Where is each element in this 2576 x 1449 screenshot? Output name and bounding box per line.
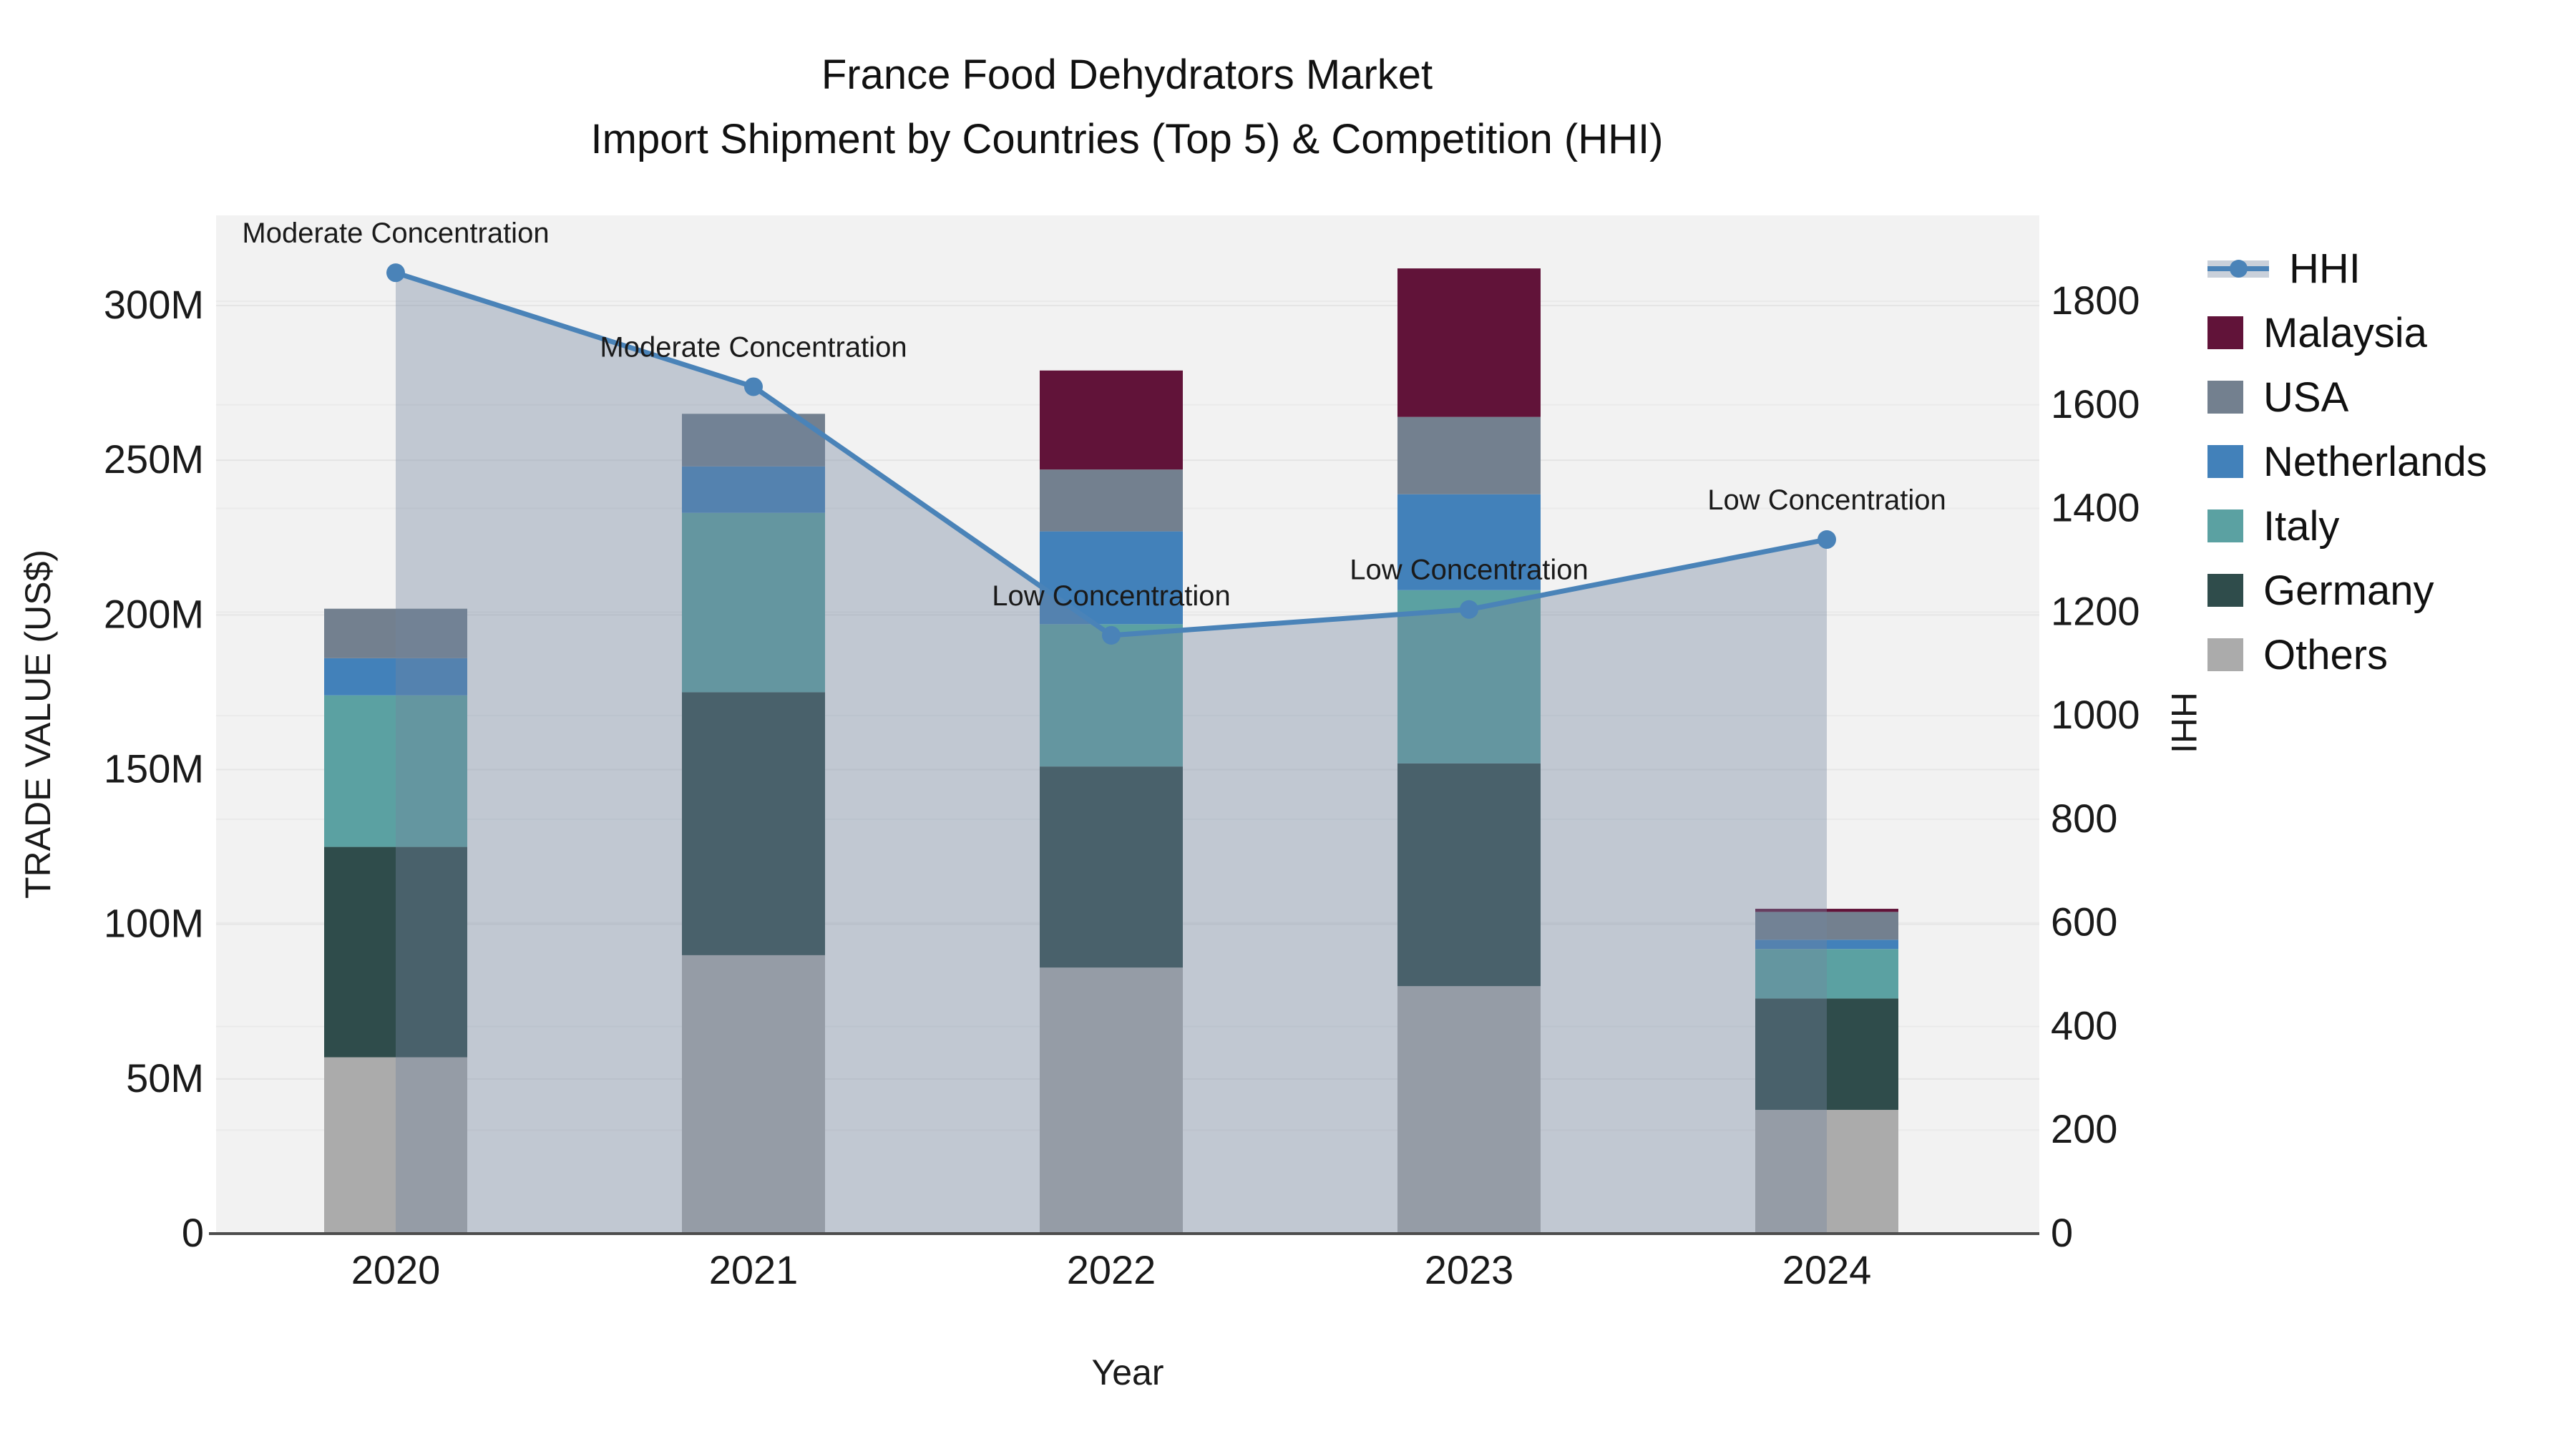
legend: HHI Malaysia USA Netherlands Italy Germa… xyxy=(2207,236,2572,687)
right-tick-label: 800 xyxy=(2051,796,2117,841)
right-tick-label: 1800 xyxy=(2051,278,2140,323)
legend-item-others[interactable]: Others xyxy=(2207,623,2572,687)
legend-item-label: USA xyxy=(2263,374,2349,421)
chart-canvas: Moderate Concentration Moderate Concentra… xyxy=(18,215,2204,1392)
legend-swatch-others xyxy=(2207,638,2243,671)
bar-segment-malaysia xyxy=(1040,370,1183,470)
left-tick-label: 200M xyxy=(104,591,204,636)
legend-item-netherlands[interactable]: Netherlands xyxy=(2207,429,2572,494)
hhi-marker xyxy=(1102,625,1121,645)
legend-item-malaysia[interactable]: Malaysia xyxy=(2207,301,2572,365)
hhi-annotation: Low Concentration xyxy=(1707,484,1946,516)
legend-item-label: Germany xyxy=(2263,567,2434,614)
right-tick-label: 1600 xyxy=(2051,381,2140,426)
figure: France Food Dehydrators Market Import Sh… xyxy=(0,0,2576,1449)
right-axis-title: HHI xyxy=(2164,692,2204,753)
right-tick-label: 200 xyxy=(2051,1106,2117,1151)
left-tick-label: 0 xyxy=(182,1210,204,1255)
legend-item-germany[interactable]: Germany xyxy=(2207,558,2572,623)
bar-segment-usa xyxy=(1040,469,1183,532)
hhi-marker xyxy=(744,377,763,396)
hhi-annotation: Low Concentration xyxy=(992,580,1231,612)
legend-swatch-germany xyxy=(2207,574,2243,607)
legend-item-label: HHI xyxy=(2289,245,2361,292)
left-tick-label: 300M xyxy=(104,282,204,327)
legend-item-italy[interactable]: Italy xyxy=(2207,494,2572,558)
legend-swatch-usa xyxy=(2207,381,2243,414)
x-tick-label: 2020 xyxy=(351,1247,441,1292)
x-tick-label: 2023 xyxy=(1425,1247,1514,1292)
right-tick-label: 1200 xyxy=(2051,588,2140,633)
legend-item-label: Malaysia xyxy=(2263,309,2427,356)
legend-item-label: Others xyxy=(2263,631,2389,678)
legend-swatch-malaysia xyxy=(2207,316,2243,349)
left-axis-title: TRADE VALUE (US$) xyxy=(18,550,58,899)
legend-item-label: Netherlands xyxy=(2263,438,2487,485)
right-tick-label: 0 xyxy=(2051,1210,2073,1255)
right-tick-label: 1400 xyxy=(2051,485,2140,530)
hhi-marker xyxy=(1818,530,1836,549)
hhi-marker xyxy=(386,263,405,283)
x-tick-label: 2022 xyxy=(1067,1247,1156,1292)
hhi-annotation: Moderate Concentration xyxy=(600,331,907,363)
x-tick-label: 2024 xyxy=(1782,1247,1872,1292)
legend-swatch-italy xyxy=(2207,509,2243,542)
right-tick-label: 400 xyxy=(2051,1002,2117,1048)
hhi-annotation: Low Concentration xyxy=(1350,555,1589,586)
hhi-marker xyxy=(1460,600,1478,619)
legend-item-label: Italy xyxy=(2263,502,2340,550)
bar-segment-malaysia xyxy=(1397,268,1541,417)
right-tick-label: 1000 xyxy=(2051,692,2140,737)
x-axis-title: Year xyxy=(1091,1352,1163,1392)
hhi-line-legend-symbol xyxy=(2207,252,2269,285)
legend-item-hhi[interactable]: HHI xyxy=(2207,236,2572,301)
hhi-annotation: Moderate Concentration xyxy=(242,218,549,249)
left-tick-label: 250M xyxy=(104,436,204,482)
legend-item-usa[interactable]: USA xyxy=(2207,365,2572,429)
left-tick-label: 150M xyxy=(104,746,204,791)
x-tick-label: 2021 xyxy=(709,1247,799,1292)
left-tick-label: 50M xyxy=(126,1055,204,1101)
left-tick-label: 100M xyxy=(104,901,204,946)
legend-swatch-netherlands xyxy=(2207,445,2243,478)
right-tick-label: 600 xyxy=(2051,899,2117,945)
bar-segment-usa xyxy=(1397,416,1541,494)
